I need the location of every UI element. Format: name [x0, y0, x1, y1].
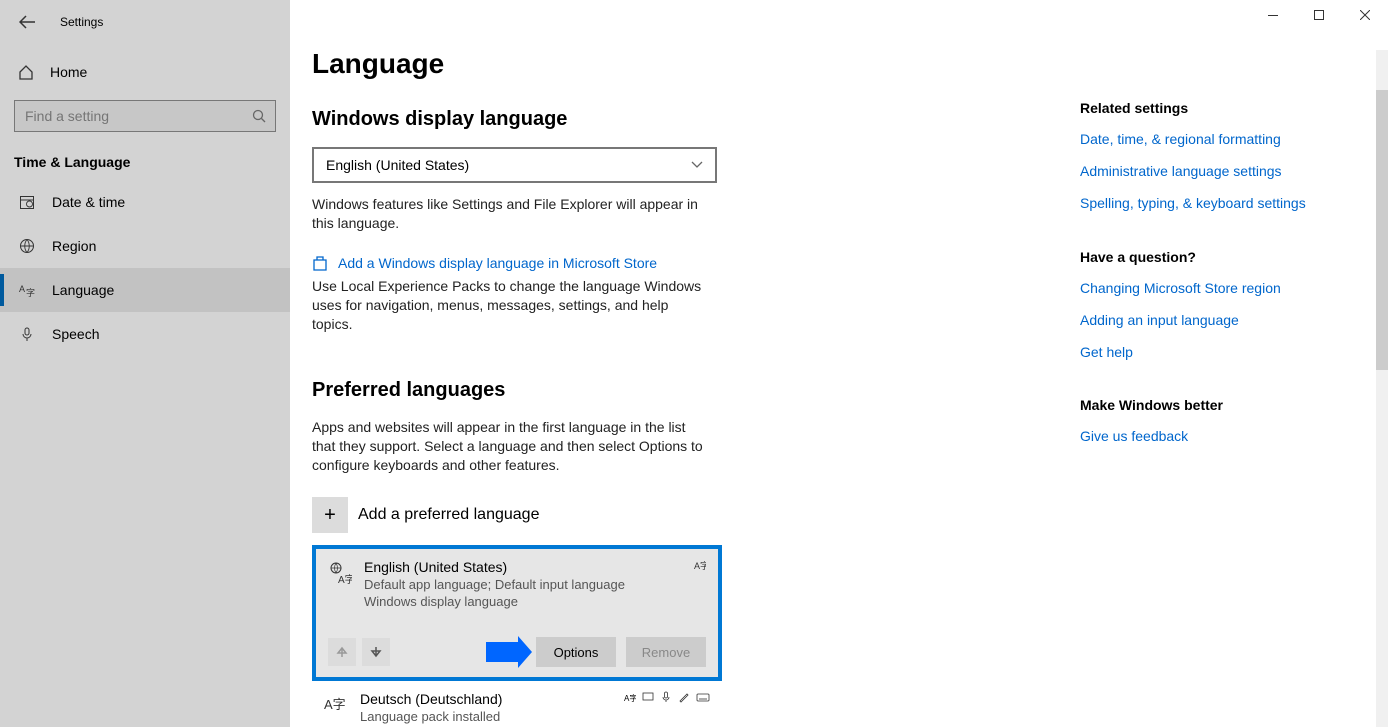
feedback-heading: Make Windows better [1080, 397, 1312, 413]
keyboard-icon [696, 691, 710, 703]
remove-button[interactable]: Remove [626, 637, 706, 667]
move-down-button[interactable] [362, 638, 390, 666]
display-lang-heading: Windows display language [312, 108, 1072, 131]
window-controls [1250, 0, 1388, 30]
svg-text:A字: A字 [624, 693, 636, 703]
nav-item-label: Language [52, 282, 114, 298]
help-link[interactable]: Get help [1080, 343, 1312, 361]
language-item-selected[interactable]: A字 English (United States) Default app l… [312, 545, 722, 681]
nav-speech[interactable]: Speech [0, 312, 290, 356]
display-icon [642, 691, 654, 703]
main-area: Language Windows display language Englis… [290, 0, 1388, 727]
search-icon [252, 109, 266, 123]
nav-item-label: Speech [52, 326, 99, 342]
sidebar: Settings Home Time & Language Date & tim… [0, 0, 290, 727]
nav-date-time[interactable]: Date & time [0, 180, 290, 224]
preferred-caption: Apps and websites will appear in the fir… [312, 418, 707, 475]
related-link[interactable]: Spelling, typing, & keyboard settings [1080, 194, 1312, 212]
close-button[interactable] [1342, 0, 1388, 30]
language-item-sub1: Language pack installed [360, 709, 502, 724]
language-icon: A字 [18, 282, 36, 298]
svg-text:A字: A字 [324, 697, 346, 712]
related-heading: Related settings [1080, 100, 1312, 116]
speech-icon [660, 691, 672, 703]
chevron-down-icon [691, 161, 703, 169]
question-heading: Have a question? [1080, 249, 1312, 265]
add-display-language-link[interactable]: Add a Windows display language in Micros… [338, 255, 657, 271]
maximize-button[interactable] [1296, 0, 1342, 30]
language-item[interactable]: A字 Deutsch (Deutschland) Language pack i… [312, 681, 722, 727]
plus-icon[interactable]: + [312, 497, 348, 533]
svg-text:A字: A字 [694, 560, 706, 571]
language-item-icon: A字 [324, 691, 348, 713]
language-features-badges: A字 [694, 559, 706, 571]
language-item-sub2: Windows display language [364, 594, 625, 609]
nav-item-label: Region [52, 238, 96, 254]
related-link[interactable]: Date, time, & regional formatting [1080, 130, 1312, 148]
nav-language[interactable]: A字 Language [0, 268, 290, 312]
language-features-badges: A字 [624, 691, 710, 703]
microphone-icon [18, 326, 36, 342]
svg-text:A字: A字 [338, 573, 352, 585]
scrollbar[interactable] [1376, 50, 1388, 727]
add-language-label: Add a preferred language [358, 506, 539, 524]
globe-icon [18, 238, 36, 254]
text-to-speech-icon: A字 [624, 691, 636, 703]
feedback-link[interactable]: Give us feedback [1080, 427, 1312, 445]
language-item-name: Deutsch (Deutschland) [360, 691, 502, 707]
annotation-arrow [486, 642, 520, 662]
search-box[interactable] [14, 100, 276, 132]
language-item-sub1: Default app language; Default input lang… [364, 577, 625, 592]
related-link[interactable]: Administrative language settings [1080, 162, 1312, 180]
display-language-value: English (United States) [326, 157, 469, 173]
content: Language Windows display language Englis… [312, 48, 1072, 707]
help-link[interactable]: Adding an input language [1080, 311, 1312, 329]
display-language-select[interactable]: English (United States) [312, 147, 717, 183]
language-item-icon: A字 [328, 559, 352, 585]
options-button[interactable]: Options [536, 637, 616, 667]
scroll-thumb[interactable] [1376, 90, 1388, 370]
preferred-heading: Preferred languages [312, 379, 1072, 402]
move-up-button[interactable] [328, 638, 356, 666]
home-nav[interactable]: Home [0, 54, 290, 90]
language-item-name: English (United States) [364, 559, 625, 575]
minimize-button[interactable] [1250, 0, 1296, 30]
add-language-row[interactable]: + Add a preferred language [312, 497, 1072, 533]
home-icon [18, 64, 34, 80]
store-icon [312, 255, 328, 271]
svg-text:A: A [19, 284, 25, 294]
display-caption: Windows features like Settings and File … [312, 195, 712, 233]
search-input[interactable] [14, 100, 276, 132]
nav-item-label: Date & time [52, 194, 125, 210]
clock-icon [18, 194, 36, 210]
home-label: Home [50, 64, 87, 80]
help-link[interactable]: Changing Microsoft Store region [1080, 279, 1312, 297]
aside: Related settings Date, time, & regional … [1072, 48, 1312, 707]
back-button[interactable] [18, 13, 36, 31]
handwriting-icon [678, 691, 690, 703]
svg-text:字: 字 [26, 287, 35, 298]
lep-caption: Use Local Experience Packs to change the… [312, 277, 712, 334]
app-title: Settings [60, 15, 103, 29]
page-title: Language [312, 48, 1072, 80]
titlebar: Settings [0, 8, 290, 36]
nav-category: Time & Language [0, 154, 290, 170]
nav-region[interactable]: Region [0, 224, 290, 268]
